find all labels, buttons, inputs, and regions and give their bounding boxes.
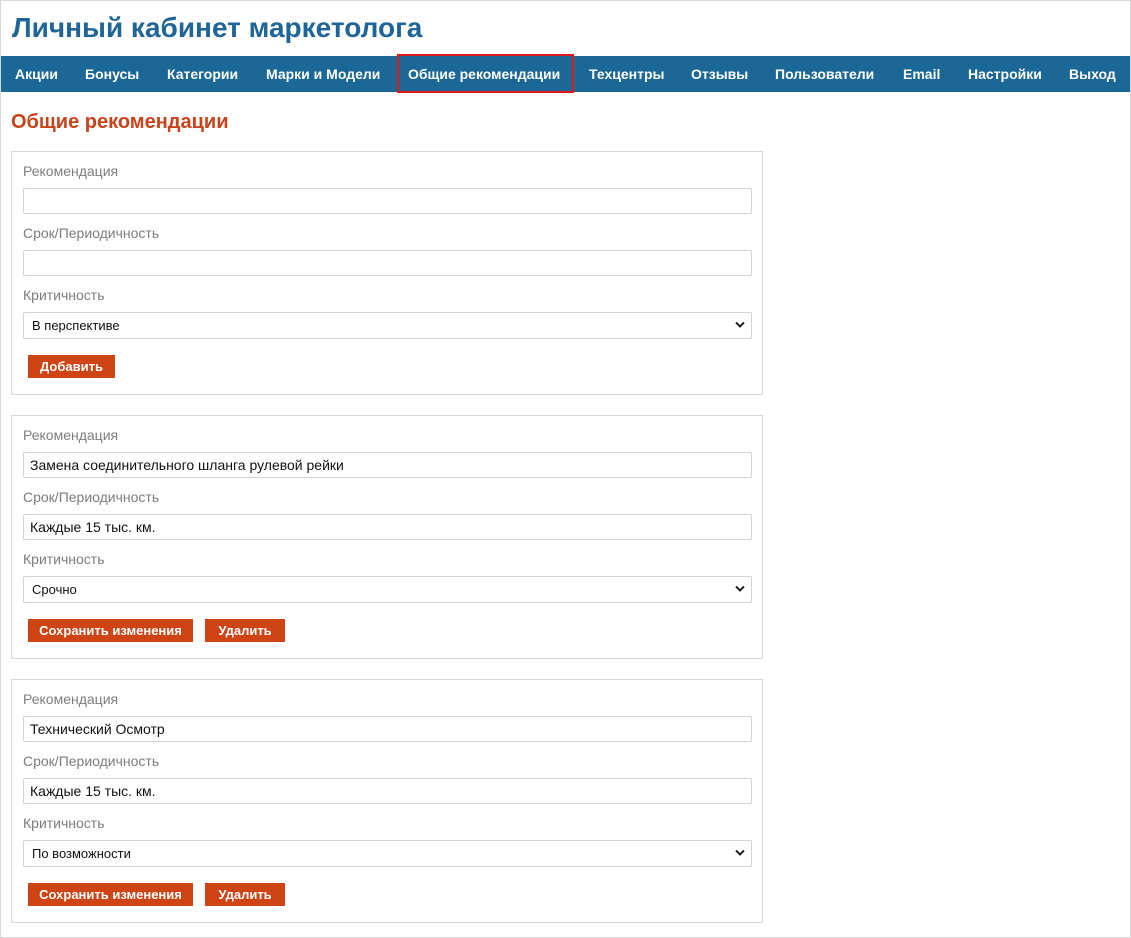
recommendation-card: Рекомендация Срок/Периодичность Критично…	[11, 679, 763, 923]
delete-button[interactable]: Удалить	[205, 883, 285, 906]
criticality-label: Критичность	[23, 551, 105, 567]
criticality-select[interactable]: По возможности	[23, 840, 752, 867]
period-input[interactable]	[23, 778, 752, 804]
criticality-label: Критичность	[23, 815, 105, 831]
period-label: Срок/Периодичность	[23, 225, 160, 241]
criticality-select[interactable]: Срочно	[23, 576, 752, 603]
criticality-select-value: Срочно	[32, 582, 77, 597]
page-title: Общие рекомендации	[11, 111, 229, 133]
new-recommendation-form: Рекомендация Срок/Периодичность Критично…	[11, 151, 763, 395]
recommendation-card: Рекомендация Срок/Периодичность Критично…	[11, 415, 763, 659]
delete-button[interactable]: Удалить	[205, 619, 285, 642]
recommendation-label: Рекомендация	[23, 427, 119, 443]
add-button[interactable]: Добавить	[28, 355, 115, 378]
active-nav-highlight	[397, 54, 574, 93]
period-input[interactable]	[23, 514, 752, 540]
criticality-label: Критичность	[23, 287, 105, 303]
nav-item-logout[interactable]: Выход	[1069, 56, 1116, 92]
save-changes-button[interactable]: Сохранить изменения	[28, 883, 193, 906]
nav-item-settings[interactable]: Настройки	[968, 56, 1042, 92]
chevron-down-icon	[735, 585, 745, 592]
criticality-select-value: По возможности	[32, 846, 131, 861]
chevron-down-icon	[735, 849, 745, 856]
nav-item-promotions[interactable]: Акции	[15, 56, 58, 92]
period-label: Срок/Периодичность	[23, 753, 160, 769]
nav-item-bonuses[interactable]: Бонусы	[85, 56, 139, 92]
site-title: Личный кабинет маркетолога	[12, 12, 423, 43]
recommendation-input[interactable]	[23, 188, 752, 214]
recommendation-label: Рекомендация	[23, 163, 119, 179]
criticality-select-value: В перспективе	[32, 318, 120, 333]
nav-item-users[interactable]: Пользователи	[775, 56, 874, 92]
chevron-down-icon	[735, 321, 745, 328]
recommendation-label: Рекомендация	[23, 691, 119, 707]
period-label: Срок/Периодичность	[23, 489, 160, 505]
criticality-select[interactable]: В перспективе	[23, 312, 752, 339]
nav-item-categories[interactable]: Категории	[167, 56, 238, 92]
recommendation-input[interactable]	[23, 452, 752, 478]
nav-item-brands-models[interactable]: Марки и Модели	[266, 56, 380, 92]
save-changes-button[interactable]: Сохранить изменения	[28, 619, 193, 642]
nav-item-reviews[interactable]: Отзывы	[691, 56, 748, 92]
recommendation-input[interactable]	[23, 716, 752, 742]
period-input[interactable]	[23, 250, 752, 276]
nav-item-email[interactable]: Email	[903, 56, 940, 92]
nav-item-service-centers[interactable]: Техцентры	[589, 56, 664, 92]
